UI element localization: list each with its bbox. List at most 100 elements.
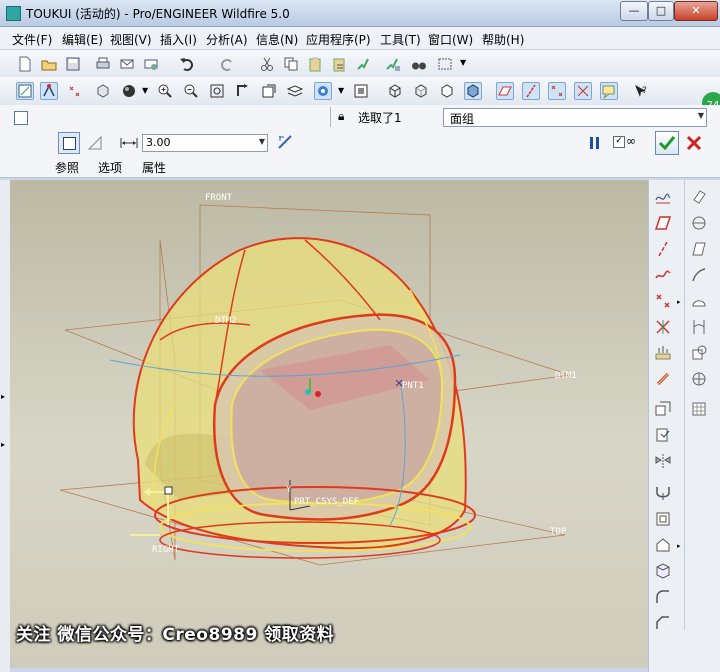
zoom-out-icon[interactable] <box>182 82 200 100</box>
chain-link-tool-icon[interactable] <box>654 370 672 388</box>
tab-properties[interactable]: 属性 <box>142 159 166 176</box>
extrude-tool-icon[interactable] <box>654 484 672 502</box>
context-help-icon[interactable]: ? <box>632 82 650 100</box>
menu-edit[interactable]: 编辑(E) <box>62 31 103 48</box>
show-planes-icon[interactable] <box>496 82 514 100</box>
menu-info[interactable]: 信息(N) <box>256 31 298 48</box>
csys-tool-icon[interactable] <box>654 318 672 336</box>
datum-points-icon[interactable] <box>66 82 84 100</box>
tab-references[interactable]: 参照 <box>55 159 79 176</box>
offset-tool-icon[interactable] <box>690 318 708 336</box>
menu-window[interactable]: 窗口(W) <box>428 31 473 48</box>
navigator-collapse-strip[interactable]: ▸ ▸ <box>0 180 10 672</box>
draft-tool-icon[interactable] <box>690 266 708 284</box>
paste-special-icon[interactable] <box>330 55 348 73</box>
menu-analysis[interactable]: 分析(A) <box>206 31 248 48</box>
view-manager-icon[interactable] <box>352 82 370 100</box>
dashboard-collapse-icon[interactable] <box>14 111 28 125</box>
datum-axis-tool-icon[interactable] <box>654 240 672 258</box>
selection-filter-select[interactable]: 面组 ▼ <box>443 108 707 127</box>
redo-icon[interactable] <box>218 55 236 73</box>
saved-views-icon[interactable] <box>260 82 278 100</box>
datum-axes-icon[interactable] <box>40 82 58 100</box>
ok-button[interactable] <box>655 131 679 155</box>
preview-checkbox[interactable]: ✓ <box>613 136 625 148</box>
mirror-feature-icon[interactable] <box>654 452 672 470</box>
menu-tools[interactable]: 工具(T) <box>380 31 421 48</box>
find-binoculars-icon[interactable] <box>410 55 428 73</box>
shell-tool-icon[interactable] <box>690 214 708 232</box>
spin-dropdown-chevron-icon[interactable]: ▼ <box>338 86 344 95</box>
expand-arrow-icon[interactable]: ▸ <box>1 392 5 401</box>
round-tool-icon[interactable] <box>654 588 672 606</box>
undo-icon[interactable] <box>178 55 196 73</box>
menu-insert[interactable]: 插入(I) <box>160 31 197 48</box>
wireframe-icon[interactable] <box>386 82 404 100</box>
analysis-tool-icon[interactable] <box>654 344 672 362</box>
datum-curve-tool-icon[interactable] <box>654 266 672 284</box>
layers-icon[interactable] <box>286 82 304 100</box>
tab-options[interactable]: 选项 <box>98 159 122 176</box>
select-box-icon[interactable] <box>436 55 454 73</box>
email-link-icon[interactable] <box>142 55 160 73</box>
point-tools-flyout-icon[interactable]: ▸ <box>677 298 681 306</box>
chamfer-tool-icon[interactable] <box>654 614 672 632</box>
rib-tool-icon[interactable] <box>690 240 708 258</box>
trim-tool-icon[interactable] <box>690 344 708 362</box>
menu-file[interactable]: 文件(F) <box>12 31 52 48</box>
expand-arrow-lower-icon[interactable]: ▸ <box>1 440 5 449</box>
pause-icon[interactable] <box>588 135 602 151</box>
copy-feature-icon[interactable] <box>654 400 672 418</box>
shape-tools-flyout-icon[interactable]: ▸ <box>677 542 681 550</box>
cancel-x-icon[interactable] <box>685 134 703 152</box>
csys-origin-red[interactable] <box>315 391 321 397</box>
email-icon[interactable] <box>118 55 136 73</box>
show-axes-icon[interactable] <box>522 82 540 100</box>
blend-tool-icon[interactable] <box>654 562 672 580</box>
hole-tool-icon[interactable] <box>690 188 708 206</box>
drag-handle[interactable] <box>164 486 173 495</box>
hidden-line-icon[interactable] <box>412 82 430 100</box>
revolve-tool-icon[interactable] <box>654 510 672 528</box>
reorient-icon[interactable] <box>234 82 252 100</box>
cut-icon[interactable] <box>258 55 276 73</box>
maximize-button[interactable]: □ <box>648 1 674 21</box>
regenerate-icon[interactable] <box>354 55 372 73</box>
new-file-icon[interactable] <box>16 55 34 73</box>
open-folder-icon[interactable] <box>40 55 58 73</box>
menu-help[interactable]: 帮助(H) <box>482 31 524 48</box>
boundary-blend-icon[interactable] <box>690 292 708 310</box>
no-hidden-icon[interactable] <box>438 82 456 100</box>
shading-sphere-icon[interactable] <box>120 82 138 100</box>
datum-plane-tool-icon[interactable] <box>654 214 672 232</box>
merge-tool-icon[interactable] <box>690 370 708 388</box>
flip-direction-icon[interactable] <box>276 133 294 151</box>
paste-icon[interactable] <box>306 55 324 73</box>
save-icon[interactable] <box>64 55 82 73</box>
show-csys-icon[interactable] <box>574 82 592 100</box>
menu-applications[interactable]: 应用程序(P) <box>306 31 371 48</box>
datum-point-tool-icon[interactable] <box>654 292 672 310</box>
spin-center-icon[interactable] <box>314 82 332 100</box>
thickness-input[interactable]: 3.00 ▼ <box>142 134 268 152</box>
select-dropdown-chevron-icon[interactable]: ▼ <box>460 58 466 67</box>
sweep-tool-icon[interactable] <box>654 536 672 554</box>
show-annotations-icon[interactable] <box>600 82 618 100</box>
orient-icon[interactable] <box>94 82 112 100</box>
show-points-icon[interactable] <box>548 82 566 100</box>
regen-manager-icon[interactable] <box>384 55 402 73</box>
lock-icon[interactable]: 🔒︎ <box>338 109 344 124</box>
datum-display-icon[interactable] <box>16 82 34 100</box>
paste-feature-icon[interactable] <box>654 426 672 444</box>
minimize-button[interactable]: — <box>620 1 648 21</box>
close-button[interactable]: ✕ <box>674 1 718 21</box>
pattern-tool-icon[interactable] <box>690 400 708 418</box>
print-icon[interactable] <box>94 55 112 73</box>
sketch-icon[interactable] <box>654 188 672 206</box>
shading-dropdown-chevron-icon[interactable]: ▼ <box>142 86 148 95</box>
refit-icon[interactable] <box>208 82 226 100</box>
model-view[interactable]: FRONT DTM2 DTM1 PNT1 PRT_CSYS_DEF Y TOP … <box>10 180 648 668</box>
graphics-window[interactable]: FRONT DTM2 DTM1 PNT1 PRT_CSYS_DEF Y TOP … <box>10 180 648 668</box>
shaded-icon[interactable] <box>464 82 482 100</box>
thicken-cut-button[interactable] <box>86 132 106 152</box>
